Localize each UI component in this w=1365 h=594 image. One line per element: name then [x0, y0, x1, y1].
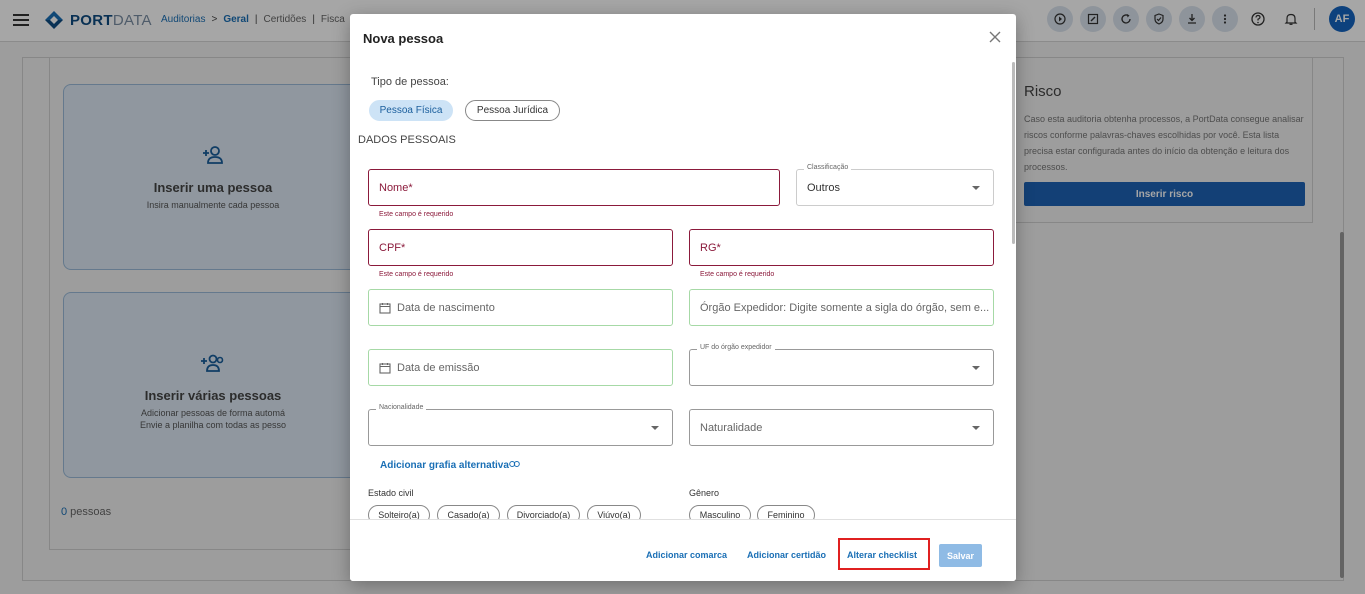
uf-select[interactable]: UF do órgão expedidor — [689, 344, 994, 386]
dialog-title: Nova pessoa — [363, 31, 444, 46]
chevron-down-icon — [972, 186, 980, 190]
chevron-down-icon — [651, 426, 659, 430]
calendar-icon — [379, 362, 391, 374]
add-comarca-button[interactable]: Adicionar comarca — [646, 550, 727, 560]
dialog-scrollbar[interactable] — [1012, 62, 1015, 244]
cpf-error: Este campo é requerido — [379, 271, 454, 278]
rg-field[interactable]: RG* — [689, 229, 994, 266]
add-certificate-button[interactable]: Adicionar certidão — [747, 550, 826, 560]
person-type-label: Tipo de pessoa: — [371, 76, 449, 88]
name-error: Este campo é requerido — [379, 211, 454, 218]
chevron-down-icon — [972, 366, 980, 370]
chip-pessoa-juridica[interactable]: Pessoa Jurídica — [465, 100, 560, 121]
classification-select[interactable]: Classificação Outros — [796, 164, 994, 206]
classification-label: Classificação — [804, 164, 852, 171]
name-field[interactable]: Nome* — [368, 169, 780, 206]
gender-label: Gênero — [689, 488, 720, 498]
uf-label: UF do órgão expedidor — [697, 344, 775, 351]
birth-date-field[interactable]: Data de nascimento — [368, 289, 673, 326]
add-alternative-spelling-link[interactable]: Adicionar grafia alternativa — [380, 460, 520, 471]
naturality-placeholder: Naturalidade — [700, 421, 763, 434]
cpf-field[interactable]: CPF* — [368, 229, 673, 266]
issuing-body-field[interactable]: Órgão Expedidor: Digite somente a sigla … — [689, 289, 994, 326]
issue-date-field[interactable]: Data de emissão — [368, 349, 673, 386]
nationality-select[interactable]: Nacionalidade — [368, 404, 673, 446]
alt-link-label: Adicionar grafia alternativa — [380, 460, 509, 471]
new-person-dialog: Nova pessoa Tipo de pessoa: Pessoa Físic… — [350, 14, 1016, 581]
dialog-footer: Adicionar comarca Adicionar certidão Alt… — [350, 519, 1016, 581]
issue-date-placeholder: Data de emissão — [397, 361, 480, 374]
nationality-label: Nacionalidade — [376, 404, 427, 411]
issuing-body-placeholder: Órgão Expedidor: Digite somente a sigla … — [700, 301, 990, 314]
chip-pessoa-fisica[interactable]: Pessoa Física — [369, 100, 453, 121]
naturality-select[interactable]: Naturalidade — [689, 409, 994, 446]
chevron-down-icon — [972, 426, 980, 430]
civil-status-label: Estado civil — [368, 488, 414, 498]
section-title: DADOS PESSOAIS — [358, 134, 456, 146]
close-icon[interactable] — [988, 30, 1002, 44]
cpf-field-label: CPF* — [379, 241, 406, 254]
link-icon — [509, 461, 520, 467]
birth-date-placeholder: Data de nascimento — [397, 301, 495, 314]
change-checklist-button[interactable]: Alterar checklist — [847, 550, 917, 560]
name-field-label: Nome* — [379, 181, 413, 194]
calendar-icon — [379, 302, 391, 314]
save-button[interactable]: Salvar — [939, 544, 982, 567]
rg-error: Este campo é requerido — [700, 271, 775, 278]
rg-field-label: RG* — [700, 241, 721, 254]
classification-value: Outros — [807, 181, 841, 194]
